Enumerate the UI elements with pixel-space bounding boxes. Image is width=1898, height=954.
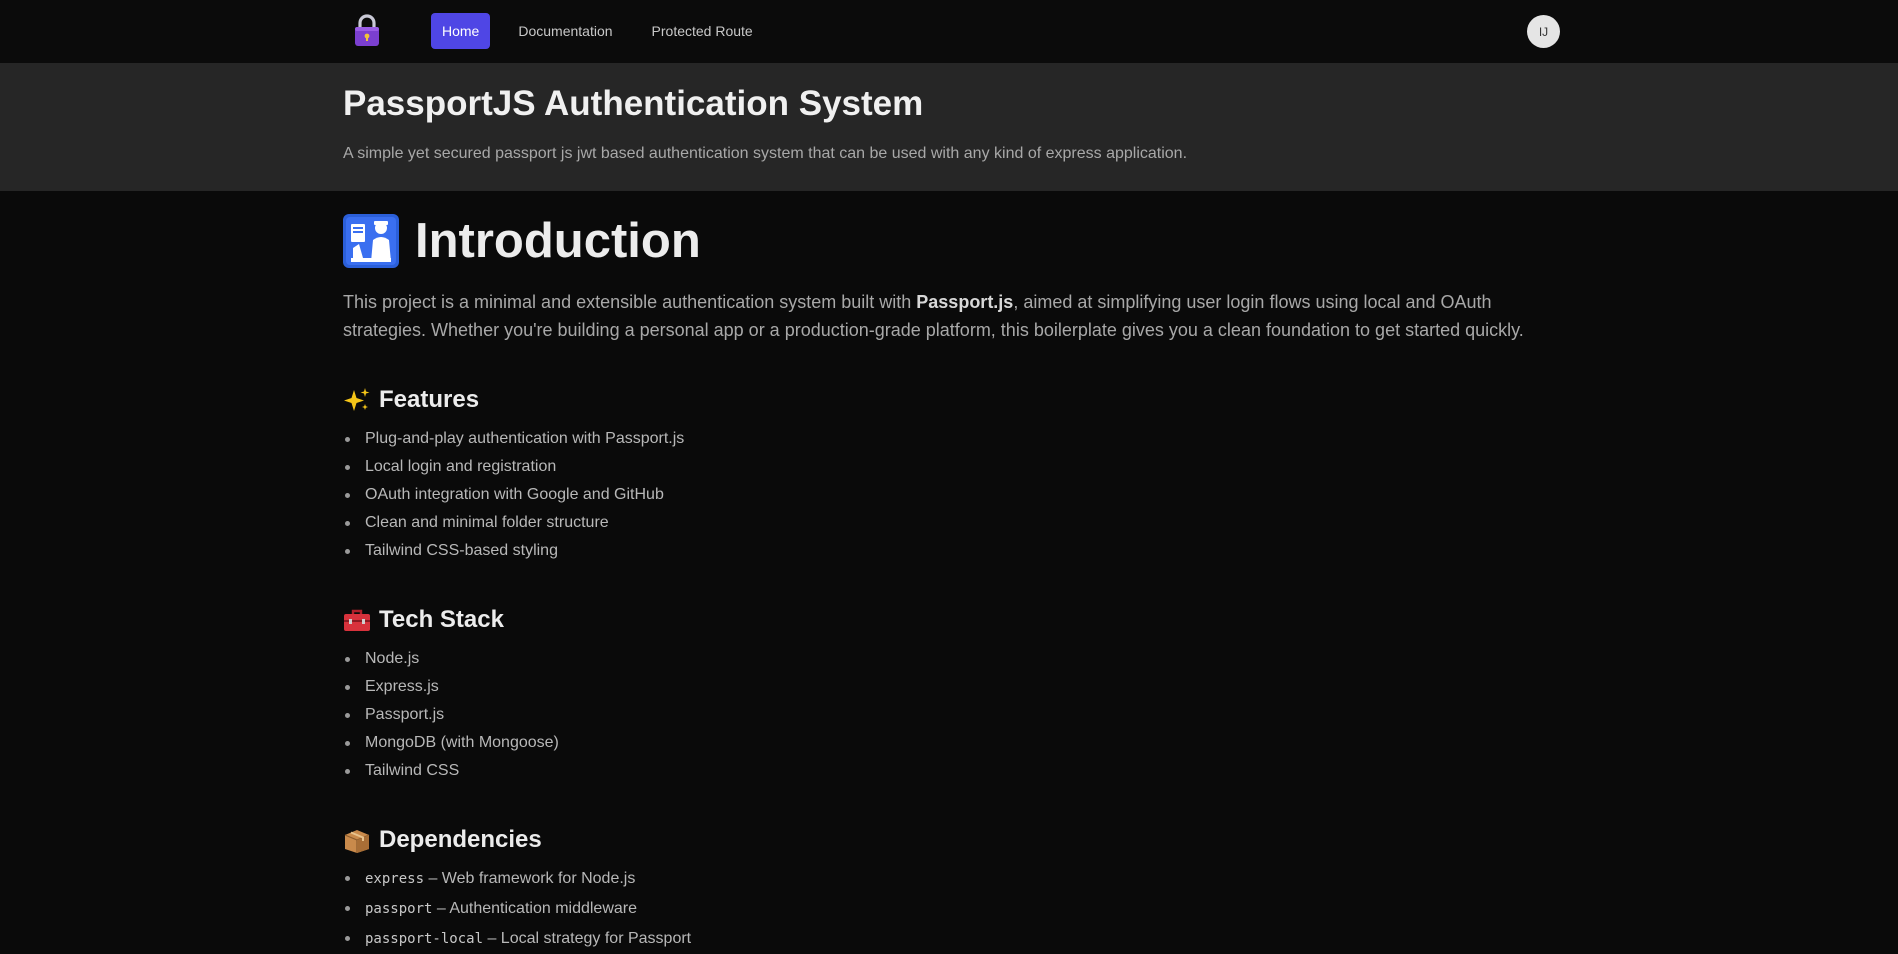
introduction-heading-text: Introduction [415, 214, 701, 268]
navbar-inner: Home Documentation Protected Route IJ [343, 0, 1560, 63]
dependency-name: passport-local [365, 931, 484, 947]
page-subtitle: A simple yet secured passport js jwt bas… [343, 145, 1188, 162]
tech-stack-item: Tailwind CSS [343, 757, 1560, 785]
feature-item: OAuth integration with Google and GitHub [343, 481, 1560, 509]
package-icon [343, 826, 371, 854]
nav-links: Home Documentation Protected Route [431, 13, 781, 49]
introduction-heading: Introduction [343, 211, 1560, 271]
dependency-item: passport-local – Local strategy for Pass… [343, 924, 1560, 954]
tech-stack-heading: Tech Stack [343, 605, 1560, 635]
dependency-desc: – Local strategy for Passport [483, 930, 692, 947]
nav-link-documentation[interactable]: Documentation [507, 13, 623, 49]
tech-stack-item: MongoDB (with Mongoose) [343, 729, 1560, 757]
tech-stack-item: Express.js [343, 673, 1560, 701]
tech-stack-section: Tech Stack Node.js Express.js Passport.j… [343, 605, 1560, 785]
dependencies-heading: Dependencies [343, 825, 1560, 855]
tech-stack-item: Passport.js [343, 701, 1560, 729]
dependency-desc: – Web framework for Node.js [424, 870, 636, 887]
user-avatar[interactable]: IJ [1527, 15, 1560, 48]
dependencies-heading-text: Dependencies [379, 826, 542, 853]
dependency-desc: – Authentication middleware [432, 900, 638, 917]
features-section: Features Plug-and-play authentication wi… [343, 385, 1560, 565]
dependency-item: passport – Authentication middleware [343, 894, 1560, 924]
intro-text-bold: Passport.js [916, 292, 1014, 312]
nav-link-protected-route[interactable]: Protected Route [641, 13, 764, 49]
toolbox-icon [343, 606, 371, 634]
hero-banner: PassportJS Authentication System A simpl… [0, 63, 1898, 191]
main-content: Introduction This project is a minimal a… [343, 191, 1560, 954]
dependencies-section: Dependencies express – Web framework for… [343, 825, 1560, 954]
dependencies-list: express – Web framework for Node.js pass… [343, 864, 1560, 954]
tech-stack-heading-text: Tech Stack [379, 606, 504, 633]
intro-text-start: This project is a minimal and extensible… [343, 292, 917, 312]
feature-item: Plug-and-play authentication with Passpo… [343, 425, 1560, 453]
features-list: Plug-and-play authentication with Passpo… [343, 425, 1560, 565]
feature-item: Tailwind CSS-based styling [343, 537, 1560, 565]
tech-stack-item: Node.js [343, 645, 1560, 673]
sparkles-icon [343, 386, 371, 414]
tech-stack-list: Node.js Express.js Passport.js MongoDB (… [343, 645, 1560, 785]
dependency-name: express [365, 871, 425, 887]
feature-item: Clean and minimal folder structure [343, 509, 1560, 537]
passport-control-icon [343, 214, 399, 268]
page-title: PassportJS Authentication System [343, 84, 924, 123]
padlock-icon[interactable] [352, 13, 382, 47]
introduction-paragraph: This project is a minimal and extensible… [343, 288, 1560, 344]
nav-link-home[interactable]: Home [431, 13, 491, 49]
dependency-name: passport [365, 901, 433, 917]
top-navbar: Home Documentation Protected Route IJ [0, 0, 1898, 64]
features-heading: Features [343, 385, 1560, 415]
feature-item: Local login and registration [343, 453, 1560, 481]
features-heading-text: Features [379, 386, 480, 413]
dependency-item: express – Web framework for Node.js [343, 864, 1560, 894]
